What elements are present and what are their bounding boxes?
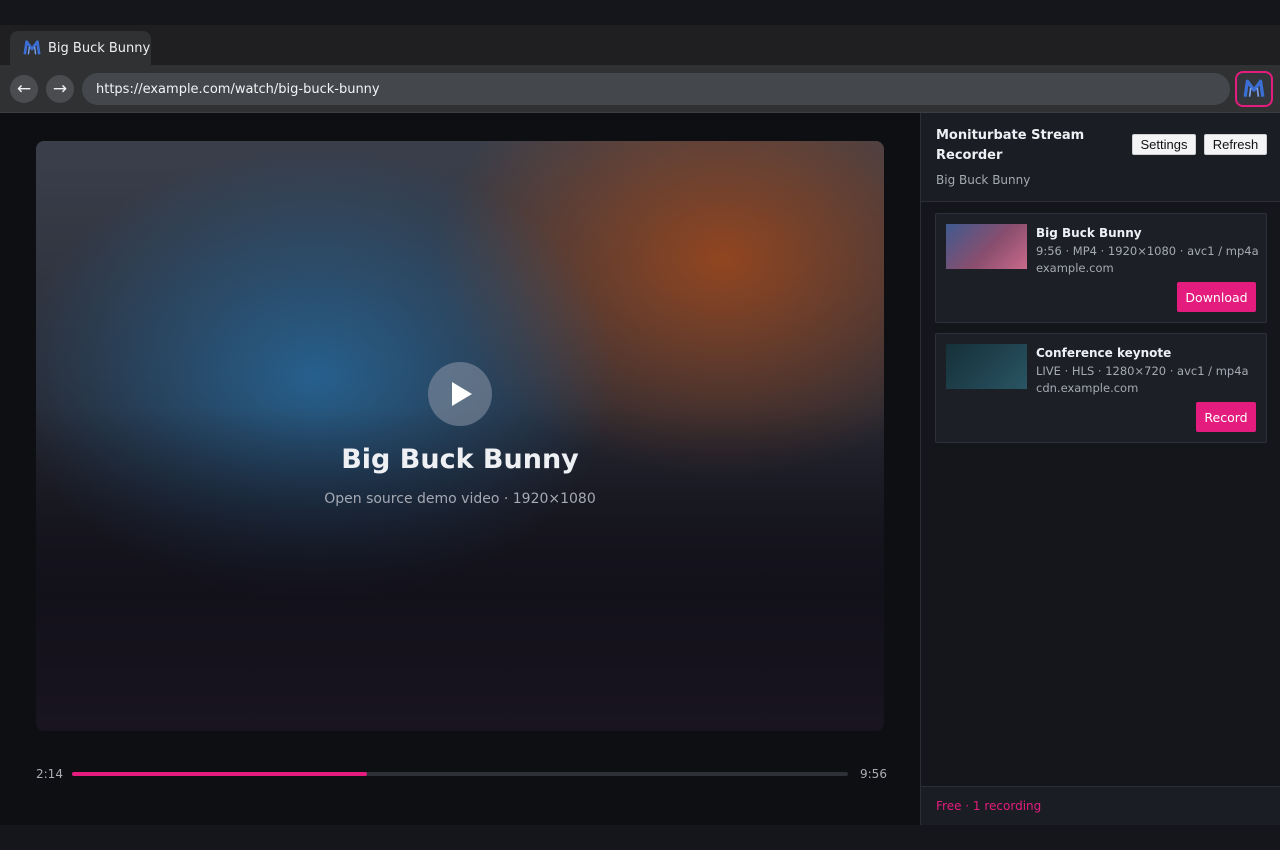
panel-title: Moniturbate Stream Recorder: [936, 128, 1085, 163]
tab-title: Big Buck Bunny: [48, 40, 151, 56]
recorder-panel: Moniturbate Stream Recorder Settings Ref…: [920, 113, 1280, 825]
stream-card: Conference keynote LIVE · HLS · 1280×720…: [935, 333, 1267, 443]
stream-card: Big Buck Bunny 9:56 · MP4 · 1920×1080 · …: [935, 213, 1267, 323]
stream-meta: 9:56 · MP4 · 1920×1080 · avc1 / mp4a: [1036, 244, 1259, 258]
browser-tab[interactable]: Big Buck Bunny: [10, 31, 151, 65]
plan-status: Free · 1 recording: [936, 799, 1042, 813]
back-button[interactable]: ←: [10, 75, 38, 103]
stream-thumbnail: [946, 224, 1027, 269]
page-content: Big Buck Bunny Open source demo video · …: [0, 113, 920, 825]
stream-host: cdn.example.com: [1036, 381, 1139, 395]
window-bottom-strip: [0, 825, 1280, 850]
download-button[interactable]: Download: [1177, 282, 1256, 312]
forward-button[interactable]: →: [46, 75, 74, 103]
url-text: https://example.com/watch/big-buck-bunny: [96, 81, 380, 97]
window-top-strip: [0, 0, 1280, 25]
total-time: 9:56: [860, 767, 887, 781]
navigation-bar: ← → https://example.com/watch/big-buck-b…: [0, 65, 1280, 113]
stream-host: example.com: [1036, 261, 1114, 275]
settings-button[interactable]: Settings: [1132, 134, 1196, 155]
monitor-m-logo-icon: [1243, 79, 1265, 97]
refresh-button[interactable]: Refresh: [1204, 134, 1267, 155]
video-player[interactable]: Big Buck Bunny Open source demo video · …: [36, 141, 884, 731]
panel-header: Moniturbate Stream Recorder Settings Ref…: [921, 113, 1280, 202]
address-bar[interactable]: https://example.com/watch/big-buck-bunny: [82, 73, 1230, 105]
current-time: 2:14: [36, 767, 63, 781]
stream-thumbnail: [946, 344, 1027, 389]
seek-bar-progress: [72, 772, 367, 776]
video-backdrop: [36, 141, 884, 731]
record-button[interactable]: Record: [1196, 402, 1256, 432]
extension-button[interactable]: [1235, 71, 1273, 107]
video-subtitle: Open source demo video · 1920×1080: [324, 491, 596, 507]
stream-meta: LIVE · HLS · 1280×720 · avc1 / mp4a: [1036, 364, 1249, 378]
stream-title: Conference keynote: [1036, 346, 1172, 360]
panel-footer: Free · 1 recording: [921, 786, 1280, 825]
play-button[interactable]: [428, 362, 492, 426]
panel-subtitle: Big Buck Bunny: [936, 173, 1031, 187]
stream-title: Big Buck Bunny: [1036, 226, 1142, 240]
play-icon: [452, 382, 472, 406]
tab-bar: Big Buck Bunny: [0, 25, 1280, 65]
monitor-m-logo-icon: [23, 40, 41, 55]
seek-bar[interactable]: [72, 772, 848, 776]
video-title: Big Buck Bunny: [341, 444, 579, 475]
